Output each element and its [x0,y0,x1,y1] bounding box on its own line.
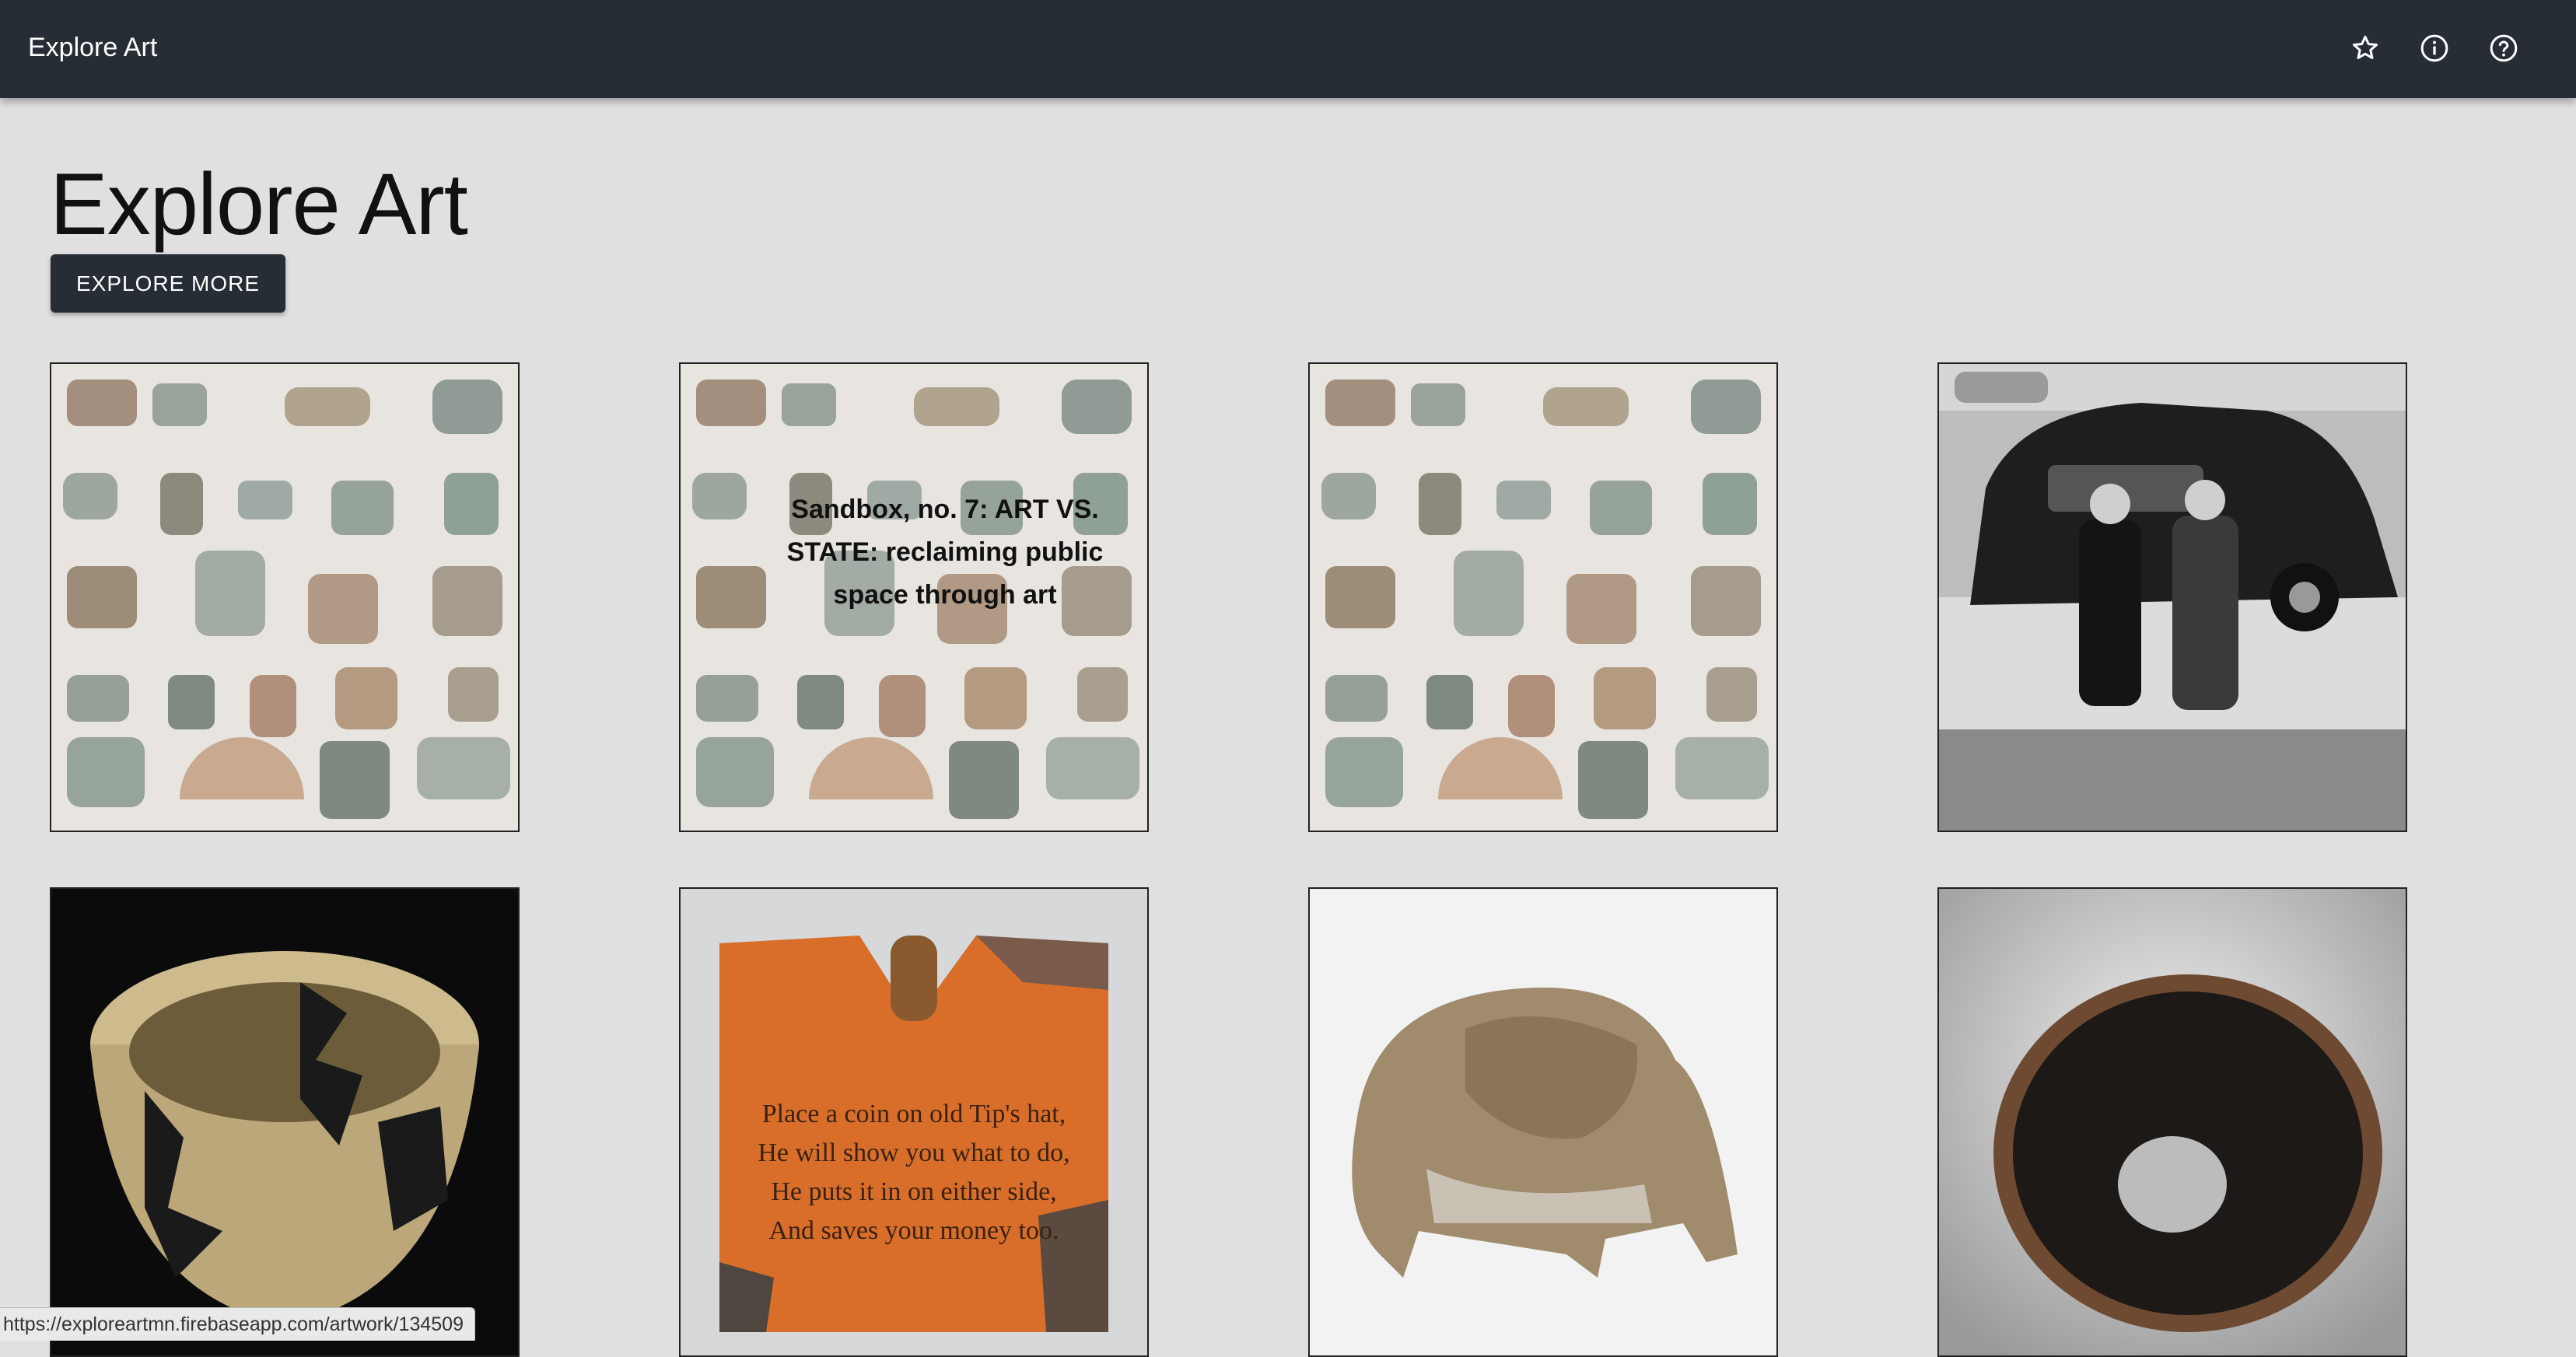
artwork-tile[interactable] [1308,887,1778,1357]
info-button[interactable] [2412,26,2457,71]
page-title: Explore Art [50,156,468,253]
ceramic-shards-image [1310,364,1776,831]
ceramic-shards-image [51,364,518,831]
status-bar-url: https://exploreartmn.firebaseapp.com/art… [0,1307,475,1341]
app-title[interactable]: Explore Art [28,0,157,98]
help-icon [2490,34,2518,62]
artwork-tile[interactable] [1308,362,1778,832]
bank-inscription-line-3: He puts it in on either side, [771,1177,1056,1206]
info-icon [2420,34,2448,62]
help-button[interactable] [2481,26,2526,71]
woven-basket-image [51,889,518,1355]
bank-inscription-line-4: And saves your money too. [768,1216,1059,1245]
tea-bowl-image [1939,889,2406,1355]
artwork-tile[interactable] [1937,887,2407,1357]
jade-carving-image [1310,889,1776,1355]
photo-two-men-car-image [1939,364,2406,831]
favorites-button[interactable] [2343,26,2388,71]
scrollbar-track[interactable] [2562,98,2576,1341]
bank-inscription-line-1: Place a coin on old Tip's hat, [762,1100,1066,1128]
coin-bank-image: Place a coin on old Tip's hat, He will s… [681,889,1147,1355]
explore-more-button[interactable]: EXPLORE MORE [51,254,285,313]
star-outline-icon [2353,35,2378,59]
bank-inscription-line-2: He will show you what to do, [758,1138,1069,1167]
artwork-caption: Sandbox, no. 7: ART VS. STATE: reclaimin… [786,495,1104,610]
artwork-tile[interactable] [50,887,520,1357]
artwork-tile[interactable]: Sandbox, no. 7: ART VS. STATE: reclaimin… [679,362,1149,832]
app-bar: Explore Art [0,0,2576,98]
artwork-tile[interactable] [50,362,520,832]
artwork-tile[interactable]: Place a coin on old Tip's hat, He will s… [679,887,1149,1357]
artwork-tile[interactable] [1937,362,2407,832]
